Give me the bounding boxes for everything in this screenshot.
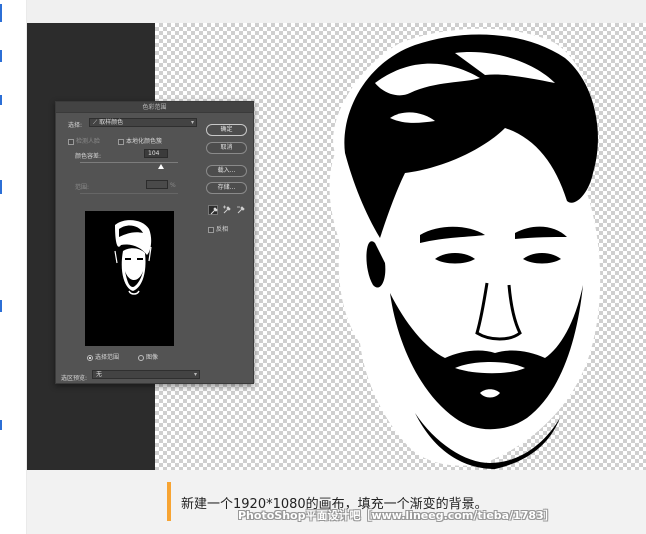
selection-radio[interactable]: 选择范围 — [87, 352, 119, 361]
photoshop-canvas[interactable]: 色彩范围 选择: ⟋ 取样颜色 ▾ 检测人脸 本地化颜色簇 颜色容差: 104 … — [27, 23, 646, 470]
select-dropdown[interactable]: ⟋ 取样颜色 ▾ — [89, 118, 197, 127]
eyedropper-minus-icon[interactable] — [236, 205, 246, 215]
selection-preview-label: 选区预览: — [61, 375, 88, 382]
fuzziness-label: 颜色容差: — [75, 153, 102, 160]
selection-radio-dot — [87, 354, 93, 361]
fuzziness-slider-track[interactable] — [80, 162, 178, 163]
selection-preview-value: 无 — [96, 371, 103, 378]
fuzziness-slider-thumb[interactable] — [158, 164, 164, 169]
select-label: 选择: — [68, 122, 83, 129]
cancel-button[interactable]: 取消 — [206, 142, 247, 154]
color-range-dialog: 色彩范围 选择: ⟋ 取样颜色 ▾ 检测人脸 本地化颜色簇 颜色容差: 104 … — [55, 101, 254, 384]
portrait-threshold-image — [329, 28, 601, 469]
localized-clusters-checkbox[interactable]: 本地化颜色簇 — [118, 136, 162, 145]
dialog-title: 色彩范围 — [56, 102, 253, 113]
chevron-down-icon: ▾ — [190, 119, 194, 126]
range-unit: % — [170, 182, 176, 189]
top-bar — [27, 0, 646, 23]
save-button[interactable]: 存储... — [206, 182, 247, 194]
preview-thumbnail — [114, 220, 152, 295]
localized-clusters-label: 本地化颜色簇 — [126, 138, 163, 145]
detect-faces-box — [68, 138, 74, 145]
invert-label: 反相 — [216, 226, 229, 233]
range-label: 范围: — [75, 184, 90, 191]
watermark-text: PhotoShop平面设计吧［www.lineeg.com/tieba/1783… — [238, 509, 555, 522]
invert-checkbox[interactable]: 反相 — [208, 224, 228, 233]
select-value: 取样颜色 — [99, 119, 124, 126]
fuzziness-input[interactable]: 104 — [144, 149, 168, 158]
selection-radio-label: 选择范围 — [95, 354, 120, 361]
image-radio[interactable]: 图像 — [138, 352, 158, 361]
screenshot-page: 色彩范围 选择: ⟋ 取样颜色 ▾ 检测人脸 本地化颜色簇 颜色容差: 104 … — [0, 0, 646, 534]
detect-faces-checkbox[interactable]: 检测人脸 — [68, 136, 100, 145]
caption-accent-bar — [167, 482, 171, 521]
window-edge-accent — [0, 50, 2, 62]
eyedropper-plus-icon[interactable] — [222, 205, 232, 215]
image-radio-label: 图像 — [146, 354, 159, 361]
detect-faces-label: 检测人脸 — [76, 138, 101, 145]
range-slider-track — [80, 193, 178, 194]
window-edge-accent — [0, 300, 2, 312]
window-edge-accent — [0, 95, 2, 105]
ok-button[interactable]: 确定 — [206, 124, 247, 136]
range-input — [146, 180, 168, 189]
window-edge-accent — [0, 420, 2, 430]
load-button[interactable]: 载入... — [206, 165, 247, 177]
selection-preview-dropdown[interactable]: 无 ▾ — [92, 370, 200, 379]
selection-preview — [85, 211, 174, 346]
window-edge-accent — [0, 180, 2, 194]
image-radio-dot — [138, 354, 144, 361]
eyedropper-icon[interactable] — [208, 205, 218, 215]
left-window-edge — [0, 0, 27, 534]
invert-box — [208, 226, 214, 233]
localized-clusters-box — [118, 138, 124, 145]
chevron-down-icon: ▾ — [193, 371, 197, 378]
window-edge-accent — [0, 4, 2, 22]
